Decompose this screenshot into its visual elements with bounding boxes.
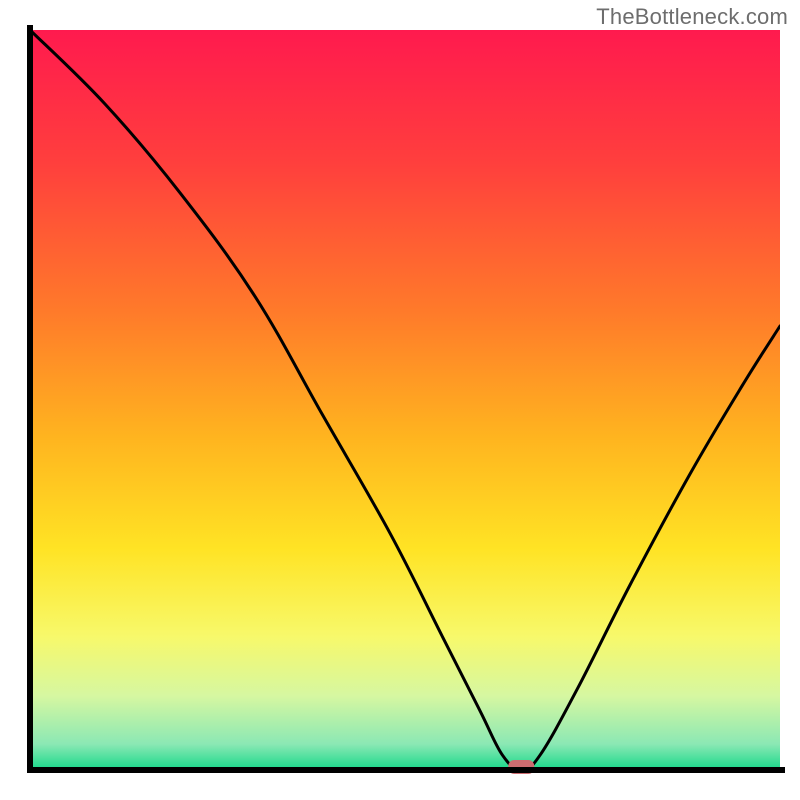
bottleneck-plot [0,0,800,800]
chart-frame: TheBottleneck.com [0,0,800,800]
gradient-background [30,30,780,770]
watermark-text: TheBottleneck.com [596,4,788,30]
